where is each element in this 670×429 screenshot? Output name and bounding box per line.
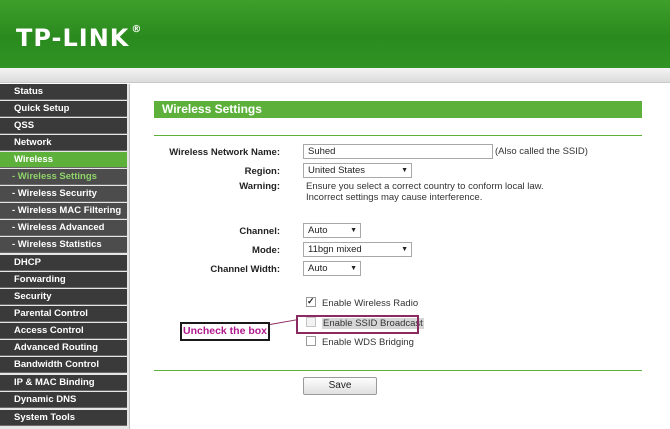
sidebar-item-wireless-statistics[interactable]: - Wireless Statistics — [0, 237, 127, 253]
sidebar-item-wireless-security[interactable]: - Wireless Security — [0, 186, 127, 202]
channel-width-select[interactable]: Auto ▼ — [303, 261, 361, 276]
channel-select[interactable]: Auto ▼ — [303, 223, 361, 238]
sidebar-item-parental-control[interactable]: Parental Control — [0, 306, 127, 322]
sidebar-item-advanced-routing[interactable]: Advanced Routing — [0, 340, 127, 356]
wireless-radio-label: Enable Wireless Radio — [322, 298, 419, 309]
sidebar-item-network[interactable]: Network — [0, 135, 127, 151]
channel-width-value: Auto — [308, 263, 328, 274]
region-value: United States — [308, 165, 366, 176]
sidebar-item-wireless-advanced[interactable]: - Wireless Advanced — [0, 220, 127, 236]
channel-label: Channel: — [239, 226, 280, 237]
page-title: Wireless Settings — [154, 101, 642, 118]
sidebar-menu: Status Quick Setup QSS Network Wireless … — [0, 84, 129, 429]
sidebar-item-system-tools[interactable]: System Tools — [0, 410, 127, 426]
mode-label: Mode: — [252, 245, 280, 256]
dropdown-arrow-icon: ▼ — [350, 227, 357, 234]
mode-select[interactable]: 11bgn mixed ▼ — [303, 242, 412, 257]
save-button[interactable]: Save — [303, 377, 377, 395]
sidebar-item-access-control[interactable]: Access Control — [0, 323, 127, 339]
region-label: Region: — [244, 166, 280, 177]
sidebar-item-dynamic-dns[interactable]: Dynamic DNS — [0, 392, 127, 408]
sidebar-item-qss[interactable]: QSS — [0, 118, 127, 134]
region-select[interactable]: United States ▼ — [303, 163, 412, 178]
ssid-hint: (Also called the SSID) — [495, 146, 588, 157]
header-bar: TP-LINK ® — [0, 0, 670, 68]
dropdown-arrow-icon: ▼ — [401, 246, 408, 253]
channel-width-label: Channel Width: — [210, 264, 280, 275]
wds-bridging-option: Enable WDS Bridging — [306, 336, 414, 349]
wds-bridging-checkbox[interactable] — [306, 336, 316, 347]
sidebar-item-ip-mac-binding[interactable]: IP & MAC Binding — [0, 375, 127, 391]
sidebar-item-forwarding[interactable]: Forwarding — [0, 272, 127, 288]
sidebar-item-security[interactable]: Security — [0, 289, 127, 305]
annotation-connector-line — [269, 319, 297, 325]
channel-value: Auto — [308, 225, 328, 236]
tp-link-logo: TP-LINK ® — [16, 24, 143, 52]
header-strip — [0, 68, 670, 83]
sidebar-item-status[interactable]: Status — [0, 84, 127, 100]
annotation-callout: Uncheck the box — [180, 322, 270, 341]
bottom-divider — [154, 370, 642, 371]
dropdown-arrow-icon: ▼ — [350, 265, 357, 272]
sidebar-item-quick-setup[interactable]: Quick Setup — [0, 101, 127, 117]
sidebar-item-wireless-mac-filtering[interactable]: - Wireless MAC Filtering — [0, 203, 127, 219]
sidebar-item-bandwidth-control[interactable]: Bandwidth Control — [0, 357, 127, 373]
warning-label: Warning: — [239, 181, 280, 192]
top-divider — [154, 135, 642, 136]
dropdown-arrow-icon: ▼ — [401, 167, 408, 174]
ssid-input[interactable]: Suhed — [303, 144, 493, 159]
wireless-radio-checkbox[interactable] — [306, 295, 316, 308]
wds-bridging-label: Enable WDS Bridging — [322, 337, 414, 348]
main-content: Wireless Settings Wireless Network Name:… — [130, 84, 670, 429]
sidebar-item-dhcp[interactable]: DHCP — [0, 255, 127, 271]
ssid-label: Wireless Network Name: — [169, 147, 280, 158]
sidebar-item-wireless-settings[interactable]: - Wireless Settings — [0, 169, 127, 185]
warning-line-2: Incorrect settings may cause interferenc… — [306, 192, 483, 203]
sidebar-item-wireless[interactable]: Wireless — [0, 152, 127, 168]
annotation-highlight-box — [296, 315, 419, 334]
wireless-radio-option: Enable Wireless Radio — [306, 295, 419, 310]
mode-value: 11bgn mixed — [308, 244, 362, 255]
warning-line-1: Ensure you select a correct country to c… — [306, 181, 544, 192]
